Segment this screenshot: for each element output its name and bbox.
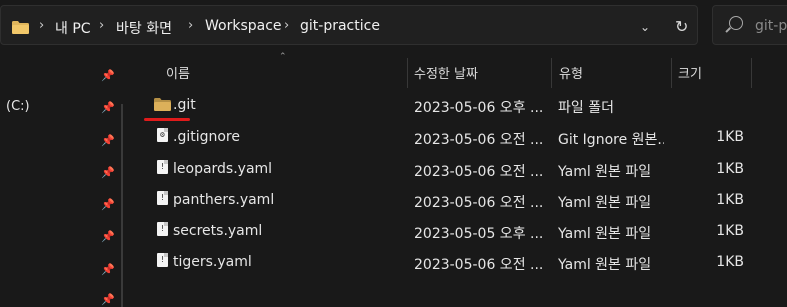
- file-type: Yaml 원본 파일: [558, 257, 652, 273]
- file-size: 1KB: [716, 254, 744, 270]
- file-name[interactable]: tigers.yaml: [173, 254, 403, 270]
- file-row-git[interactable]: .git 2023-05-06 오후 ... 파일 폴더: [0, 89, 787, 121]
- pin-icon: 📌: [101, 69, 115, 82]
- yaml-file-icon: !: [157, 160, 168, 174]
- file-name[interactable]: panthers.yaml: [173, 192, 403, 208]
- search-input[interactable]: git-prac: [755, 18, 787, 34]
- file-size: 1KB: [716, 192, 744, 208]
- file-row-panthers[interactable]: ! panthers.yaml 2023-05-06 오전 ... Yaml 원…: [0, 184, 787, 216]
- breadcrumb-separator: ›: [99, 18, 105, 33]
- column-header-name[interactable]: 이름: [166, 63, 190, 82]
- file-date: 2023-05-06 오전 ...: [414, 257, 544, 273]
- file-size: 1KB: [716, 161, 744, 177]
- file-type: Git Ignore 원본...: [558, 132, 664, 148]
- file-name[interactable]: .gitignore: [173, 129, 403, 145]
- breadcrumb-git-practice[interactable]: git-practice: [300, 18, 380, 34]
- file-date: 2023-05-06 오전 ...: [414, 195, 544, 211]
- file-row-gitignore[interactable]: ⚙ .gitignore 2023-05-06 오전 ... Git Ignor…: [0, 121, 787, 153]
- address-bar[interactable]: › 내 PC › 바탕 화면 › Workspace › git-practic…: [0, 5, 698, 45]
- file-row-leopards[interactable]: ! leopards.yaml 2023-05-06 오전 ... Yaml 원…: [0, 153, 787, 185]
- column-header-size[interactable]: 크기: [678, 63, 702, 82]
- yaml-file-icon: !: [157, 191, 168, 205]
- breadcrumb-desktop[interactable]: 바탕 화면: [116, 18, 172, 38]
- breadcrumb-separator: ›: [188, 18, 194, 33]
- breadcrumb-this-pc[interactable]: 내 PC: [55, 18, 91, 38]
- folder-icon: [12, 21, 29, 34]
- file-date: 2023-05-06 오전 ...: [414, 164, 544, 180]
- file-size: 1KB: [716, 129, 744, 145]
- column-header-type[interactable]: 유형: [559, 63, 583, 82]
- folder-icon: [154, 98, 171, 111]
- column-divider[interactable]: [671, 58, 672, 88]
- file-name[interactable]: .git: [173, 97, 403, 113]
- breadcrumb-separator: ›: [284, 18, 290, 33]
- file-date: 2023-05-05 오후 ...: [414, 226, 544, 242]
- breadcrumb-separator: ›: [39, 18, 45, 33]
- breadcrumb-workspace[interactable]: Workspace: [205, 18, 282, 34]
- gitignore-file-icon: ⚙: [157, 128, 168, 142]
- file-type: Yaml 원본 파일: [558, 164, 652, 180]
- column-divider[interactable]: [407, 58, 408, 88]
- refresh-icon[interactable]: ↻: [675, 17, 688, 36]
- file-type: 파일 폴더: [558, 100, 614, 116]
- pin-icon: 📌: [101, 293, 115, 306]
- file-type: Yaml 원본 파일: [558, 195, 652, 211]
- search-box[interactable]: git-prac: [712, 5, 787, 45]
- yaml-file-icon: !: [157, 222, 168, 236]
- file-date: 2023-05-06 오전 ...: [414, 132, 544, 148]
- search-icon: [729, 16, 743, 30]
- file-date: 2023-05-06 오후 ...: [414, 100, 544, 116]
- column-divider[interactable]: [751, 58, 752, 88]
- file-name[interactable]: secrets.yaml: [173, 223, 403, 239]
- column-header-date[interactable]: 수정한 날짜: [414, 63, 478, 82]
- sort-ascending-icon: ⌃: [279, 52, 287, 62]
- chevron-down-icon[interactable]: ⌄: [640, 20, 650, 34]
- yaml-file-icon: !: [157, 253, 168, 267]
- file-type: Yaml 원본 파일: [558, 226, 652, 242]
- column-divider[interactable]: [551, 58, 552, 88]
- file-row-tigers[interactable]: ! tigers.yaml 2023-05-06 오전 ... Yaml 원본 …: [0, 246, 787, 278]
- file-size: 1KB: [716, 223, 744, 239]
- file-name[interactable]: leopards.yaml: [173, 161, 403, 177]
- file-row-secrets[interactable]: ! secrets.yaml 2023-05-05 오후 ... Yaml 원본…: [0, 215, 787, 247]
